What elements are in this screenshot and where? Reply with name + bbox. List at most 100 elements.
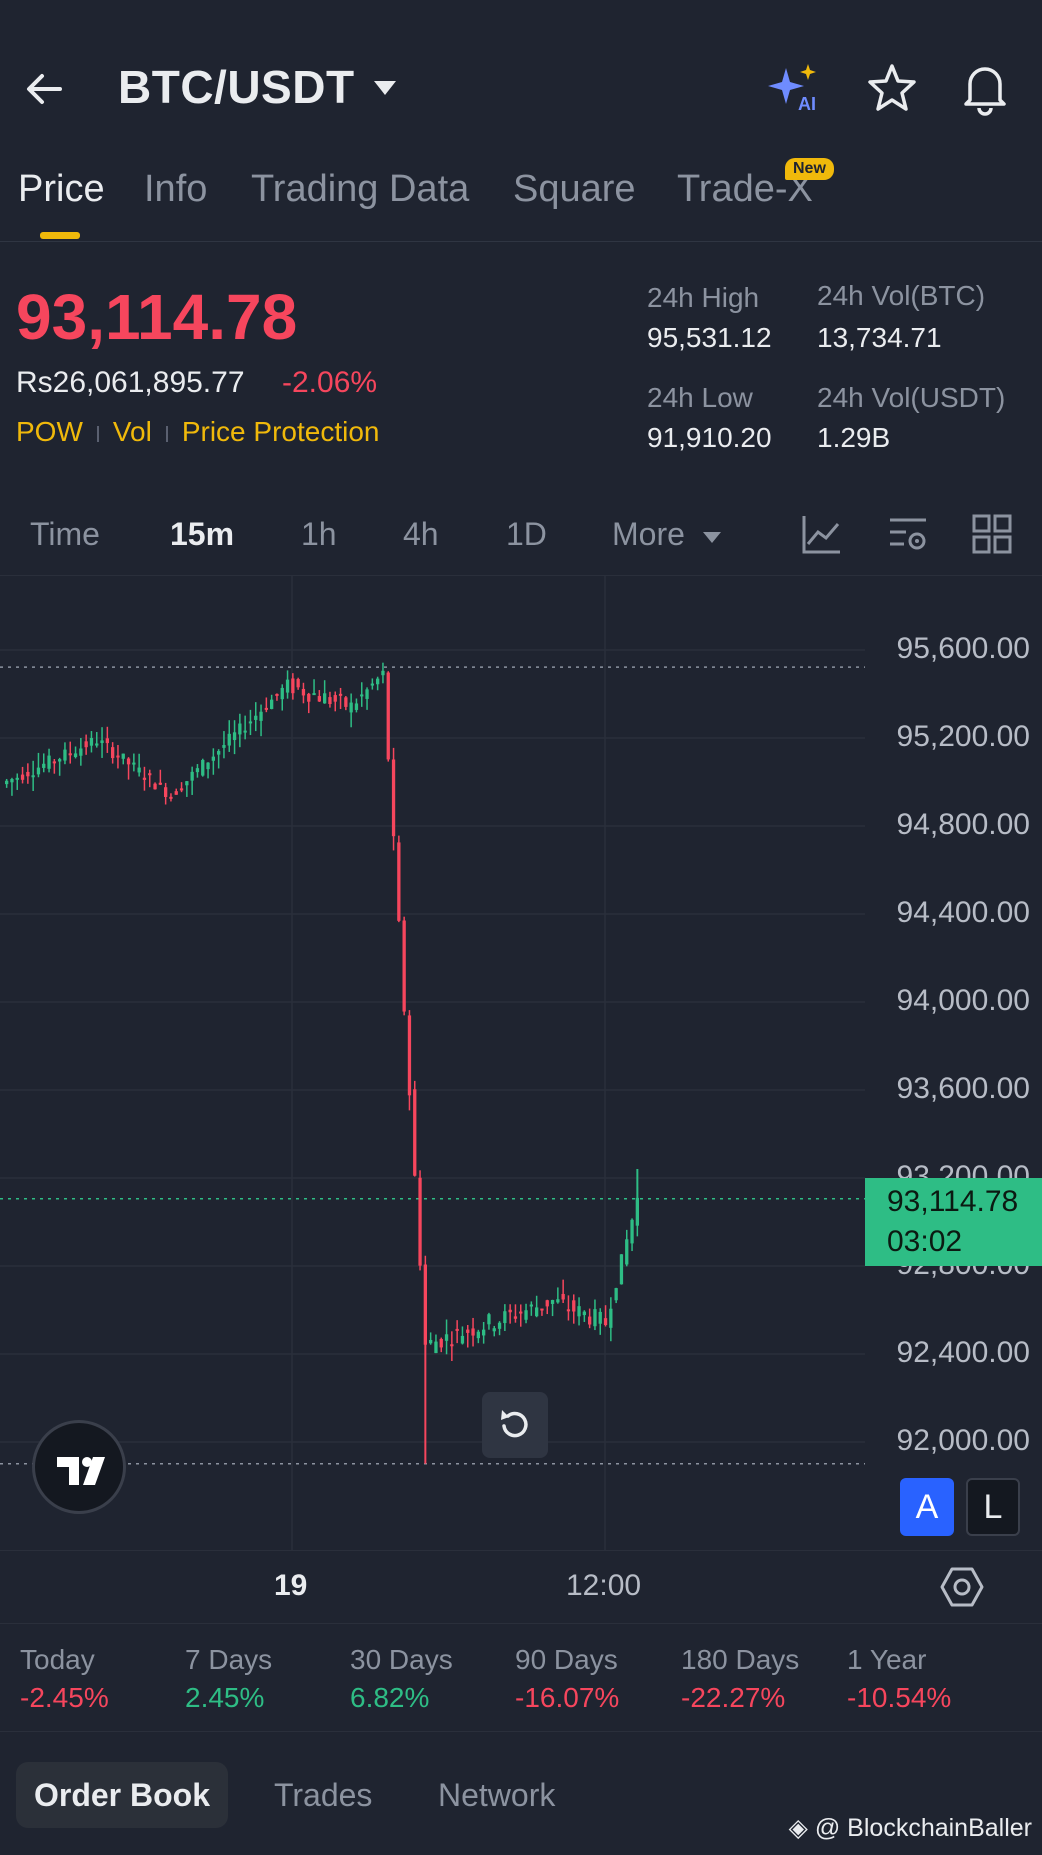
candle-body bbox=[598, 1311, 602, 1324]
tag-vol[interactable]: Vol bbox=[113, 416, 152, 447]
last-price: 93,114.78 bbox=[16, 281, 298, 353]
candle-body bbox=[450, 1344, 454, 1347]
candle-body bbox=[232, 732, 237, 741]
candle-body bbox=[222, 745, 226, 748]
perf-value: -10.54% bbox=[847, 1682, 952, 1713]
candle-body bbox=[5, 780, 9, 785]
candle-body bbox=[84, 741, 88, 748]
candle-body bbox=[619, 1254, 624, 1285]
tab-info[interactable]: Info bbox=[144, 168, 207, 211]
candle-body bbox=[524, 1310, 528, 1320]
timeframe-1d[interactable]: 1D bbox=[506, 516, 547, 553]
candle-body bbox=[307, 693, 311, 702]
candle-body bbox=[328, 697, 332, 705]
candle-body bbox=[42, 763, 46, 768]
candle-body bbox=[280, 687, 284, 700]
tag-separator bbox=[96, 425, 99, 442]
candle-body bbox=[577, 1306, 581, 1317]
timeframe-time[interactable]: Time bbox=[30, 516, 100, 553]
candle-body bbox=[566, 1309, 571, 1312]
auto-scale-button[interactable]: A bbox=[900, 1478, 954, 1536]
candle-body bbox=[381, 670, 385, 676]
candle-body bbox=[603, 1318, 608, 1326]
tab-trades[interactable]: Trades bbox=[274, 1762, 372, 1828]
new-badge: New bbox=[785, 158, 834, 180]
candle-body bbox=[635, 1197, 639, 1226]
candle-body bbox=[52, 761, 56, 764]
tradingview-logo[interactable] bbox=[32, 1420, 126, 1514]
tab-price[interactable]: Price bbox=[18, 168, 105, 211]
timeframe-1h[interactable]: 1h bbox=[301, 516, 337, 553]
perf-label: 90 Days bbox=[515, 1644, 618, 1675]
candle-body bbox=[95, 743, 99, 746]
pair-title[interactable]: BTC/USDT bbox=[118, 60, 355, 114]
candle-body bbox=[164, 787, 168, 797]
timeframe-bar: Time 15m 1h 4h 1D More bbox=[0, 500, 1042, 576]
candle-body bbox=[227, 733, 231, 746]
candle-body bbox=[561, 1293, 565, 1300]
change-percent: -2.06% bbox=[282, 366, 378, 399]
timeframe-15m[interactable]: 15m bbox=[170, 516, 234, 553]
stat-high-label: 24h High bbox=[647, 282, 760, 313]
perf-label: Today bbox=[20, 1644, 95, 1675]
indicator-settings-icon[interactable] bbox=[886, 512, 930, 556]
star-icon[interactable] bbox=[866, 62, 918, 114]
candle-body bbox=[248, 721, 253, 724]
candle-body bbox=[519, 1311, 523, 1314]
chevron-down-icon[interactable] bbox=[372, 78, 398, 98]
candle-body bbox=[58, 759, 62, 762]
candle-body bbox=[503, 1311, 507, 1324]
timeframe-4h[interactable]: 4h bbox=[403, 516, 439, 553]
candle-body bbox=[137, 767, 141, 773]
time-axis: 19 12:00 bbox=[0, 1550, 1042, 1624]
token-tags: POW Vol Price Protection bbox=[16, 416, 379, 448]
candle-body bbox=[36, 767, 41, 775]
tab-square[interactable]: Square bbox=[513, 168, 636, 211]
tag-pow[interactable]: POW bbox=[16, 416, 83, 447]
tag-price-protection[interactable]: Price Protection bbox=[182, 416, 380, 447]
y-axis-label: 92,400.00 bbox=[896, 1336, 1030, 1369]
perf-90-days: 90 Days -16.07% bbox=[515, 1644, 619, 1714]
candle-body bbox=[323, 693, 327, 704]
candle-body bbox=[550, 1300, 555, 1304]
timeframe-more[interactable]: More bbox=[612, 516, 685, 553]
ai-sparkle-icon[interactable]: AI bbox=[768, 62, 824, 116]
candle-body bbox=[535, 1307, 539, 1317]
candle-body bbox=[148, 773, 152, 776]
candle-body bbox=[26, 771, 30, 777]
more-caret-icon[interactable] bbox=[702, 530, 722, 544]
candle-body bbox=[593, 1309, 597, 1327]
candle-body bbox=[344, 697, 348, 707]
candle-body bbox=[174, 791, 178, 795]
candle-body bbox=[402, 920, 406, 1012]
candle-body bbox=[142, 777, 147, 780]
y-axis-label: 92,000.00 bbox=[896, 1424, 1030, 1457]
candle-body bbox=[434, 1341, 438, 1354]
perf-value: -16.07% bbox=[515, 1682, 620, 1713]
candle-body bbox=[487, 1314, 491, 1325]
bell-icon[interactable] bbox=[958, 60, 1012, 116]
x-axis-label-day: 19 bbox=[274, 1569, 308, 1602]
chart-settings-icon[interactable] bbox=[938, 1563, 986, 1611]
grid-layout-icon[interactable] bbox=[970, 512, 1014, 556]
line-chart-icon[interactable] bbox=[800, 512, 844, 556]
perf-value: 6.82% bbox=[350, 1682, 430, 1713]
candle-body bbox=[455, 1328, 459, 1331]
candle-body bbox=[429, 1339, 433, 1344]
tab-trading-data[interactable]: Trading Data bbox=[251, 168, 469, 211]
perf-value: -22.27% bbox=[681, 1682, 786, 1713]
candle-body bbox=[132, 762, 136, 765]
y-axis-label: 93,600.00 bbox=[896, 1072, 1030, 1105]
candle-body bbox=[79, 748, 83, 756]
log-scale-button[interactable]: L bbox=[966, 1478, 1020, 1536]
reset-chart-button[interactable] bbox=[482, 1392, 548, 1458]
stat-low-value: 91,910.20 bbox=[647, 422, 772, 453]
perf-1-year: 1 Year -10.54% bbox=[847, 1644, 951, 1714]
candle-body bbox=[317, 696, 321, 702]
tab-network[interactable]: Network bbox=[438, 1762, 555, 1828]
perf-180-days: 180 Days -22.27% bbox=[681, 1644, 799, 1714]
tab-order-book[interactable]: Order Book bbox=[16, 1762, 228, 1828]
back-arrow-icon[interactable] bbox=[20, 64, 70, 114]
candle-body bbox=[376, 678, 380, 685]
watermark-text: @ BlockchainBaller bbox=[814, 1814, 1032, 1842]
